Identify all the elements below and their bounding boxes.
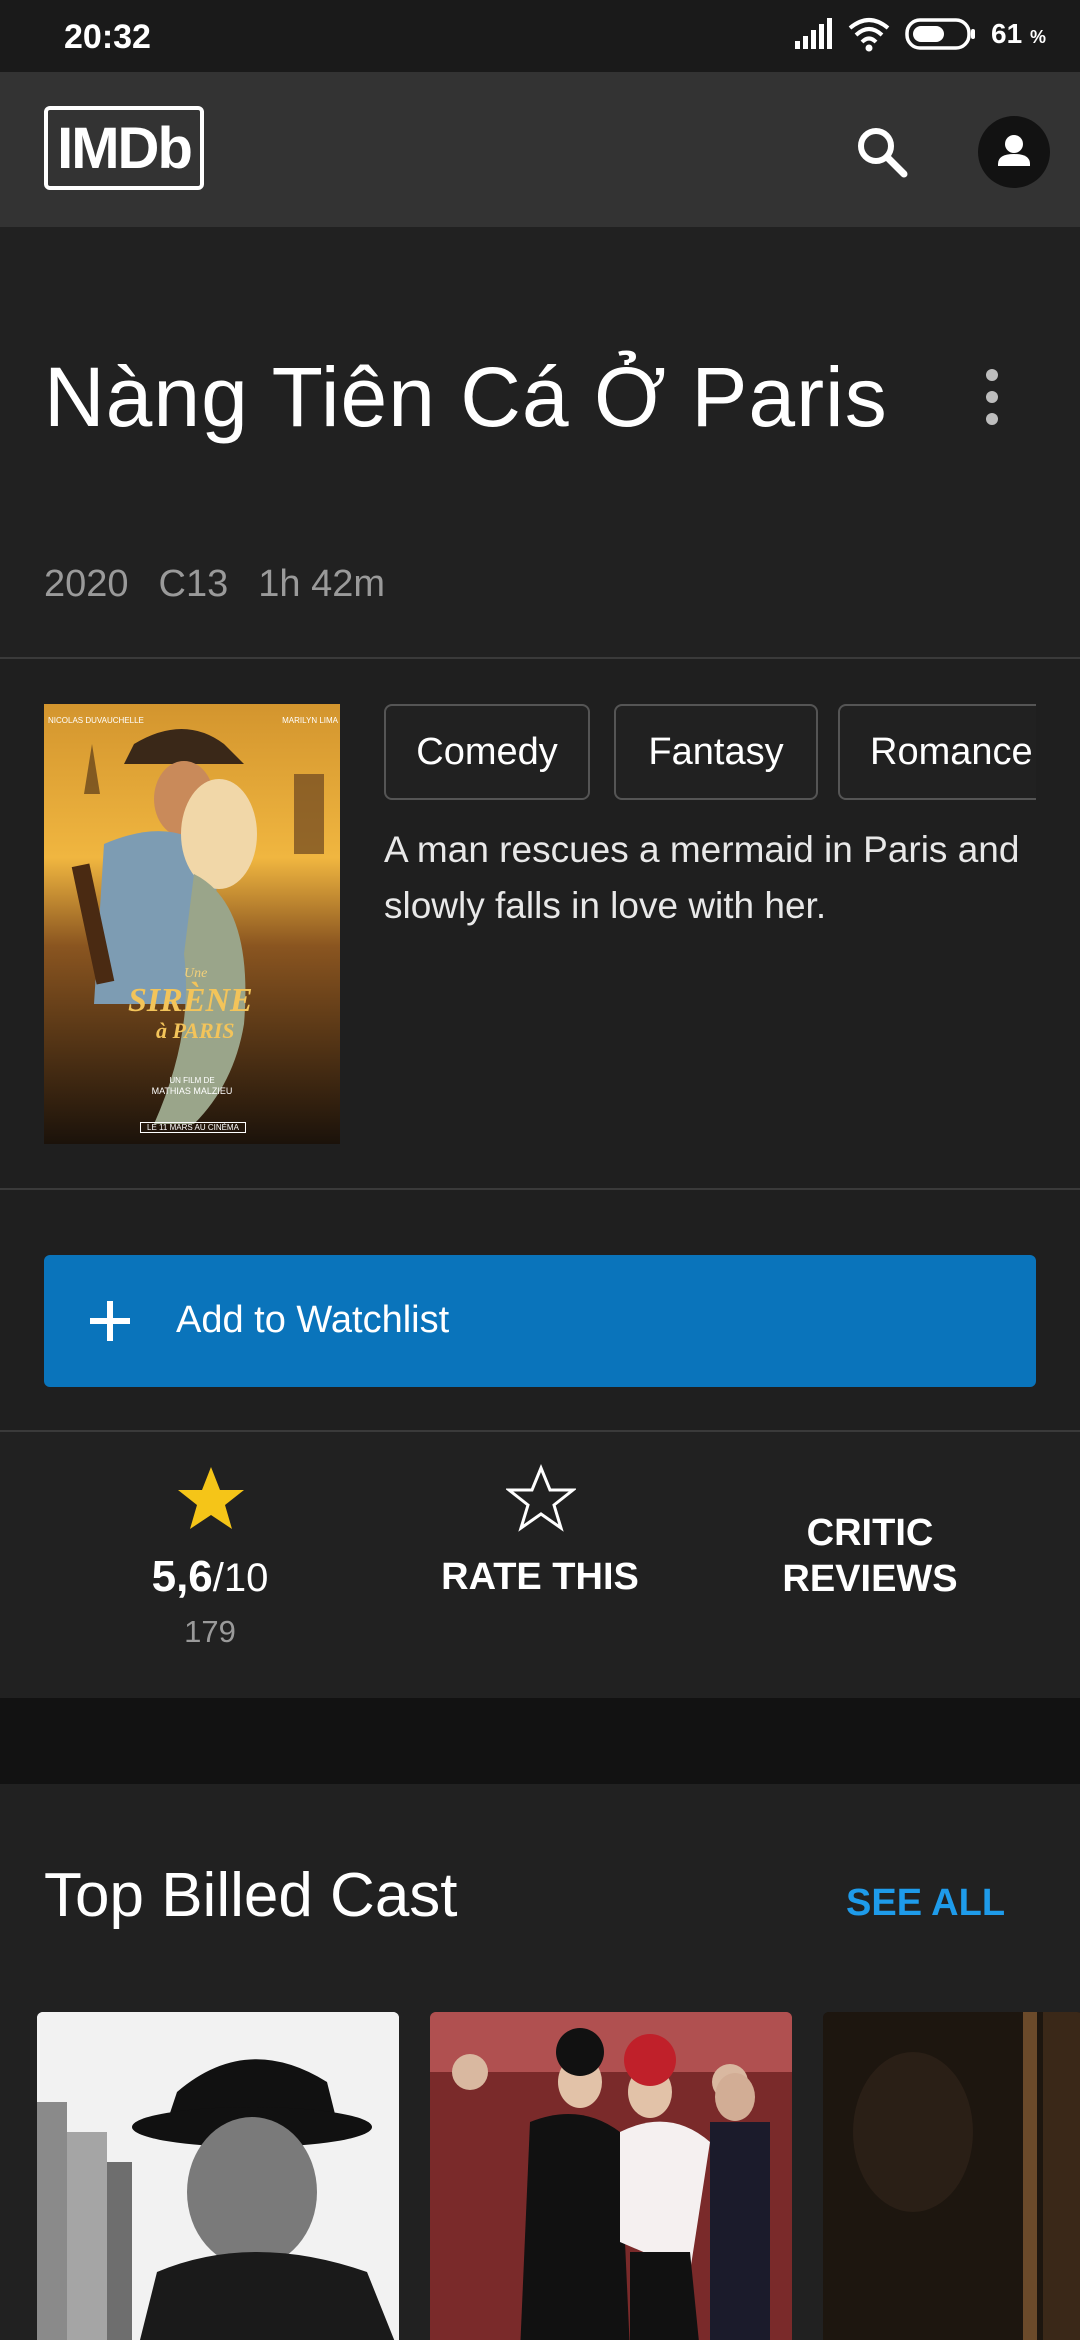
poster-director-line2: MATHIAS MALZIEU [151, 1086, 233, 1096]
search-icon [858, 128, 908, 178]
critic-reviews-label: CRITIC REVIEWS [782, 1512, 958, 1600]
critic-reviews-button[interactable]: CRITIC REVIEWS [720, 1432, 1020, 1698]
rating-votes: 179 [184, 1614, 236, 1649]
star-filled-icon [178, 1467, 244, 1529]
runtime: 1h 42m [258, 563, 386, 605]
watchlist-label: Add to Watchlist [176, 1299, 450, 1341]
cast-photo [823, 2012, 1080, 2340]
section-separator [0, 1698, 1080, 1784]
divider [0, 657, 1080, 659]
rating-score: 5,6/10 [151, 1552, 269, 1601]
plus-icon [90, 1301, 130, 1341]
certificate: C13 [158, 563, 229, 605]
poster-title-line3: à PARIS [156, 1018, 235, 1043]
rate-this-button[interactable]: RATE THIS [390, 1432, 690, 1698]
account-icon [998, 135, 1030, 166]
see-all-link[interactable]: SEE ALL [846, 1882, 1005, 1925]
status-icons: 61 % [793, 16, 1046, 52]
add-to-watchlist-button[interactable]: Add to Watchlist [44, 1255, 1036, 1387]
wifi-icon [848, 18, 890, 52]
divider [0, 1188, 1080, 1190]
search-button[interactable] [852, 122, 912, 182]
genre-chip-fantasy[interactable]: Fantasy [614, 704, 818, 800]
status-bar: 20:32 61 % [0, 0, 1080, 72]
genre-chip-romance[interactable]: Romance [838, 704, 1036, 800]
poster-title-line1: Une [184, 966, 208, 981]
cast-card[interactable] [430, 2012, 792, 2340]
more-vert-icon [986, 369, 998, 425]
poster-credit-left: NICOLAS DUVAUCHELLE [48, 716, 144, 725]
title-meta: 2020 C13 1h 42m [44, 563, 385, 606]
battery-icon [905, 18, 976, 50]
ratings-bar: 5,6/10 179 RATE THIS CRITIC REVIEWS [0, 1432, 1080, 1698]
genre-chips: Comedy Fantasy Romance [384, 704, 1036, 800]
genre-chip-comedy[interactable]: Comedy [384, 704, 590, 800]
imdb-rating[interactable]: 5,6/10 179 [60, 1432, 360, 1698]
signal-icon [795, 18, 833, 49]
poster-title-line2: SIRÈNE [128, 982, 253, 1019]
app-bar: IMDb [0, 72, 1080, 227]
top-billed-cast-section: Top Billed Cast SEE ALL [0, 1784, 1080, 2340]
account-button[interactable] [978, 116, 1050, 188]
poster-director-line1: UN FILM DE [169, 1076, 215, 1085]
cast-photo [430, 2012, 792, 2340]
title-header: Nàng Tiên Cá Ở Paris 2020 C13 1h 42m [0, 227, 1080, 657]
cast-card[interactable] [823, 2012, 1080, 2340]
release-year: 2020 [44, 563, 129, 605]
status-time: 20:32 [64, 18, 151, 56]
cast-card[interactable] [37, 2012, 399, 2340]
page-title: Nàng Tiên Cá Ở Paris [44, 350, 888, 444]
star-outline-icon [506, 1464, 576, 1532]
poster-credit-right: MARILYN LIMA [282, 716, 338, 725]
battery-percent: 61 % [991, 18, 1046, 49]
movie-poster[interactable]: NICOLAS DUVAUCHELLE MARILYN LIMA Une SIR… [44, 704, 340, 1144]
poster-release-line: LE 11 MARS AU CINÉMA [140, 1122, 246, 1133]
cast-photo [37, 2012, 399, 2340]
more-options-button[interactable] [970, 357, 1014, 437]
plot-summary[interactable]: A man rescues a mermaid in Paris and slo… [384, 822, 1034, 934]
cast-section-title: Top Billed Cast [44, 1861, 458, 1930]
imdb-logo[interactable]: IMDb [44, 106, 204, 190]
rate-this-label: RATE THIS [441, 1556, 639, 1598]
